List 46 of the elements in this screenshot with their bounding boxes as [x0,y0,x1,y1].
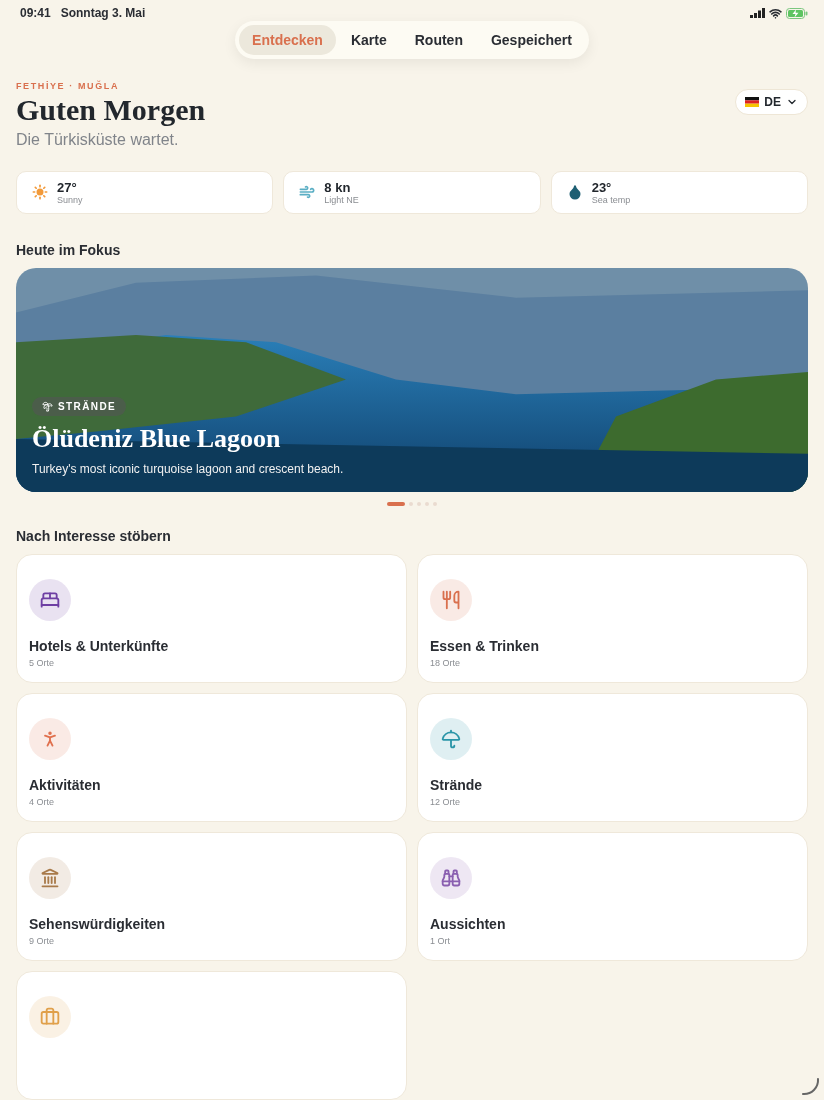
status-date: Sonntag 3. Mai [60,6,146,21]
weather-value: 23° [591,179,613,195]
category-count: 4 Orte [29,797,55,807]
status-time: 09:41 [20,6,51,21]
featured-title: Ölüdeniz Blue Lagoon [32,424,282,454]
featured-card[interactable]: STRÄNDE Ölüdeniz Blue Lagoon Turkey's most iconic turquoise lagoon and crescent beach. [16,267,808,492]
greeting-heading: Guten Morgen [16,92,206,127]
weather-value: 8 kn [324,179,352,195]
category-count: 9 Orte [29,936,55,946]
weather-value: 27° [57,179,78,195]
nav-tab[interactable]: Routen [401,24,476,55]
palm-tree-icon [42,401,53,412]
category-card[interactable]: Strände 12 Orte [417,693,808,822]
loading-spinner-icon [800,1076,820,1096]
category-title: Aktivitäten [29,777,102,793]
category-count: 18 Orte [430,658,461,668]
category-card[interactable]: Aktivitäten 4 Orte [16,693,407,822]
nav-tab[interactable]: Gespeichert [477,24,585,55]
weather-label: Light NE [324,194,359,205]
section-heading: Nach Interesse stöbern [15,527,172,546]
category-card[interactable]: Essen & Trinken 18 Orte [417,554,808,683]
category-title: Sehenswürdigkeiten [29,916,167,932]
weather-label: Sunny [57,194,83,205]
section-heading: Heute im Fokus [15,240,122,260]
flag-icon [745,96,760,107]
nav-tab[interactable]: Karte [337,24,400,55]
signal-icon [750,8,765,19]
battery-charging-icon [786,7,808,19]
location-label: FETHİYE · MUĞLA [16,80,120,91]
language-button[interactable]: DE [735,88,808,115]
category-card[interactable] [16,971,407,1100]
wifi-icon [769,6,782,20]
category-tag: STRÄNDE [32,397,127,416]
category-title: Strände [430,777,484,793]
weather-label: Sea temp [591,194,631,205]
category-card[interactable]: Hotels & Unterkünfte 5 Orte [16,554,407,683]
category-card[interactable]: Aussichten 1 Ort [417,832,808,961]
category-title: Hotels & Unterkünfte [29,638,170,654]
category-count: 1 Ort [430,936,451,946]
greeting-subtitle: Die Türkisküste wartet. [16,130,180,149]
category-title: Essen & Trinken [430,638,540,654]
featured-description: Turkey's most iconic turquoise lagoon and crescent beach. [32,462,345,476]
category-count: 5 Orte [29,658,55,668]
category-card[interactable]: Sehenswürdigkeiten 9 Orte [16,832,407,961]
category-count: 12 Orte [430,797,461,807]
category-title: Aussichten [430,916,507,932]
